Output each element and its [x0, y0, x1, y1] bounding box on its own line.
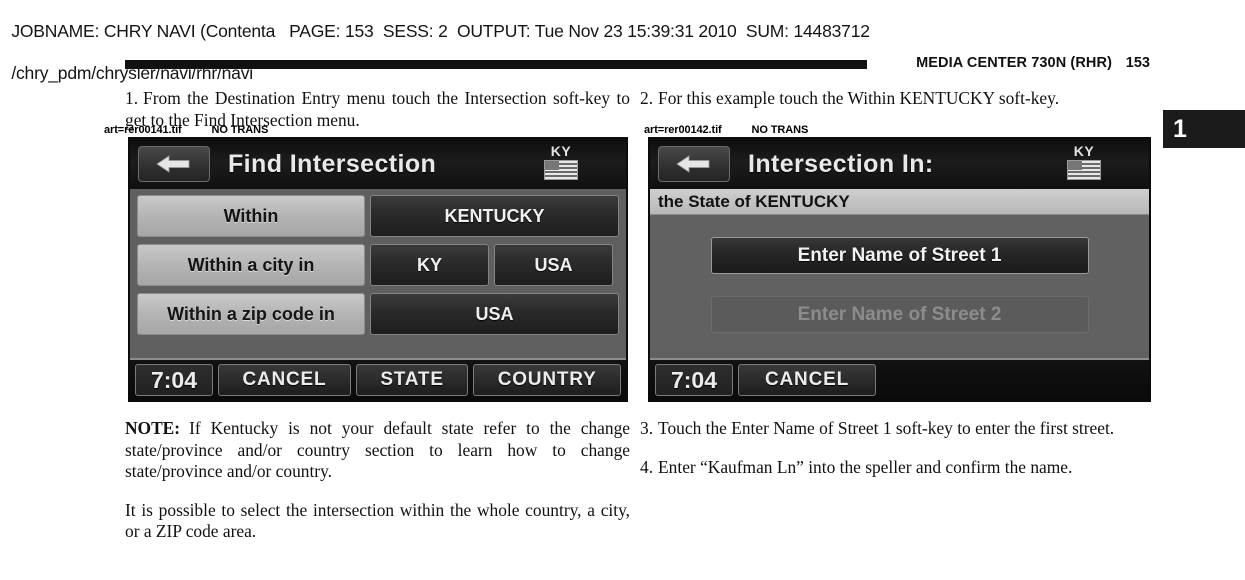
- back-arrow-icon-2: [676, 155, 710, 173]
- step-1-number: 1.: [125, 88, 139, 108]
- step-3-paragraph: 3. Touch the Enter Name of Street 1 soft-…: [640, 418, 1145, 440]
- nav1-row-within-city: Within a city in KY USA: [137, 244, 619, 286]
- nav1-state-button[interactable]: STATE: [355, 364, 469, 396]
- running-head-title: MEDIA CENTER 730N (RHR): [916, 55, 1112, 71]
- back-arrow-button[interactable]: [138, 146, 210, 182]
- step-4-text: Enter “Kaufman Ln” into the speller and …: [658, 456, 1073, 477]
- nav1-label-within[interactable]: Within: [137, 195, 365, 237]
- art-note-right-file: art=rer00142.tif: [644, 124, 722, 136]
- nav1-cancel-button[interactable]: CANCEL: [218, 364, 351, 396]
- left-column-bottom-text: NOTE: If Kentucky is not your default sta…: [125, 418, 630, 543]
- nav2-title: Intersection In:: [748, 149, 934, 178]
- print-job-header-line1: JOBNAME: CHRY NAVI (Contenta PAGE: 153 S…: [11, 21, 870, 41]
- nav1-state-abbr: KY: [550, 143, 572, 159]
- nav1-value-usa-zip[interactable]: USA: [370, 293, 619, 335]
- nav1-title: Find Intersection: [228, 149, 437, 178]
- nav2-soft-key-bar: 7:04 CANCEL: [650, 358, 1149, 400]
- nav1-row-within: Within KENTUCKY: [137, 195, 619, 237]
- nav2-cancel-button[interactable]: CANCEL: [738, 364, 876, 396]
- nav1-clock: 7:04: [135, 364, 213, 396]
- nav1-label-within-a-city-in[interactable]: Within a city in: [137, 244, 365, 286]
- step-2-number: 2.: [640, 88, 654, 108]
- back-arrow-button-2[interactable]: [658, 146, 730, 182]
- nav1-value-usa-city[interactable]: USA: [494, 244, 613, 286]
- note-text: If Kentucky is not your default state re…: [125, 418, 630, 481]
- nav1-title-bar: Find Intersection KY: [130, 139, 626, 189]
- nav1-soft-key-bar: 7:04 CANCEL STATE COUNTRY: [130, 358, 626, 400]
- step-2-paragraph: 2. For this example touch the Within KENT…: [640, 88, 1145, 110]
- note-paragraph: NOTE: If Kentucky is not your default sta…: [125, 418, 630, 483]
- left-body-paragraph: It is possible to select the intersectio…: [125, 499, 630, 542]
- nav2-body: Enter Name of Street 1 Enter Name of Str…: [650, 215, 1149, 352]
- art-note-left-trans: NO TRANS: [211, 124, 269, 136]
- usa-flag-icon: [544, 160, 578, 180]
- nav-screenshot-find-intersection: Find Intersection KY Within KENTUCKY Wit…: [128, 137, 628, 402]
- nav1-state-indicator: KY: [542, 144, 580, 180]
- nav2-subheader: the State of KENTUCKY: [650, 189, 1149, 215]
- step-2-text: For this example touch the Within KENTUC…: [658, 88, 1060, 108]
- nav2-title-bar: Intersection In: KY: [650, 139, 1149, 189]
- step-3-text: Touch the Enter Name of Street 1 soft-ke…: [658, 418, 1115, 438]
- art-note-right: art=rer00142.tif NO TRANS: [644, 124, 808, 136]
- nav1-label-within-a-zip-code-in[interactable]: Within a zip code in: [137, 293, 365, 335]
- nav2-state-indicator: KY: [1065, 144, 1103, 180]
- art-note-left-file: art=rer00141.tif: [104, 124, 182, 136]
- enter-name-of-street-2-button: Enter Name of Street 2: [710, 296, 1089, 333]
- nav1-country-button[interactable]: COUNTRY: [473, 364, 621, 396]
- nav1-value-kentucky[interactable]: KENTUCKY: [370, 195, 619, 237]
- nav1-row-within-zip: Within a zip code in USA: [137, 293, 619, 335]
- running-head: MEDIA CENTER 730N (RHR) 153: [125, 55, 1150, 74]
- art-note-right-trans: NO TRANS: [751, 124, 809, 136]
- running-head-page-number: 153: [1125, 55, 1150, 71]
- note-label: NOTE:: [125, 418, 181, 438]
- nav2-state-abbr: KY: [1073, 143, 1095, 159]
- nav1-body: Within KENTUCKY Within a city in KY USA …: [130, 189, 626, 335]
- step-4-paragraph: 4. Enter “Kaufman Ln” into the speller an…: [640, 457, 1145, 479]
- step-3-number: 3.: [640, 418, 654, 438]
- usa-flag-icon-2: [1067, 160, 1101, 180]
- nav1-value-ky[interactable]: KY: [370, 244, 489, 286]
- running-head-rule: [125, 60, 867, 69]
- back-arrow-icon: [156, 155, 190, 173]
- right-column-bottom-text: 3. Touch the Enter Name of Street 1 soft-…: [640, 418, 1145, 478]
- step-4-number: 4.: [640, 456, 654, 477]
- enter-name-of-street-1-button[interactable]: Enter Name of Street 1: [710, 237, 1089, 274]
- art-note-left: art=rer00141.tif NO TRANS: [104, 124, 268, 136]
- nav-screenshot-intersection-in: Intersection In: KY the State of KENTUCK…: [648, 137, 1151, 402]
- nav2-clock: 7:04: [655, 364, 733, 396]
- right-column-top-text: 2. For this example touch the Within KENT…: [640, 88, 1145, 110]
- chapter-tab-number: 1: [1173, 114, 1187, 143]
- chapter-tab: 1: [1163, 110, 1245, 148]
